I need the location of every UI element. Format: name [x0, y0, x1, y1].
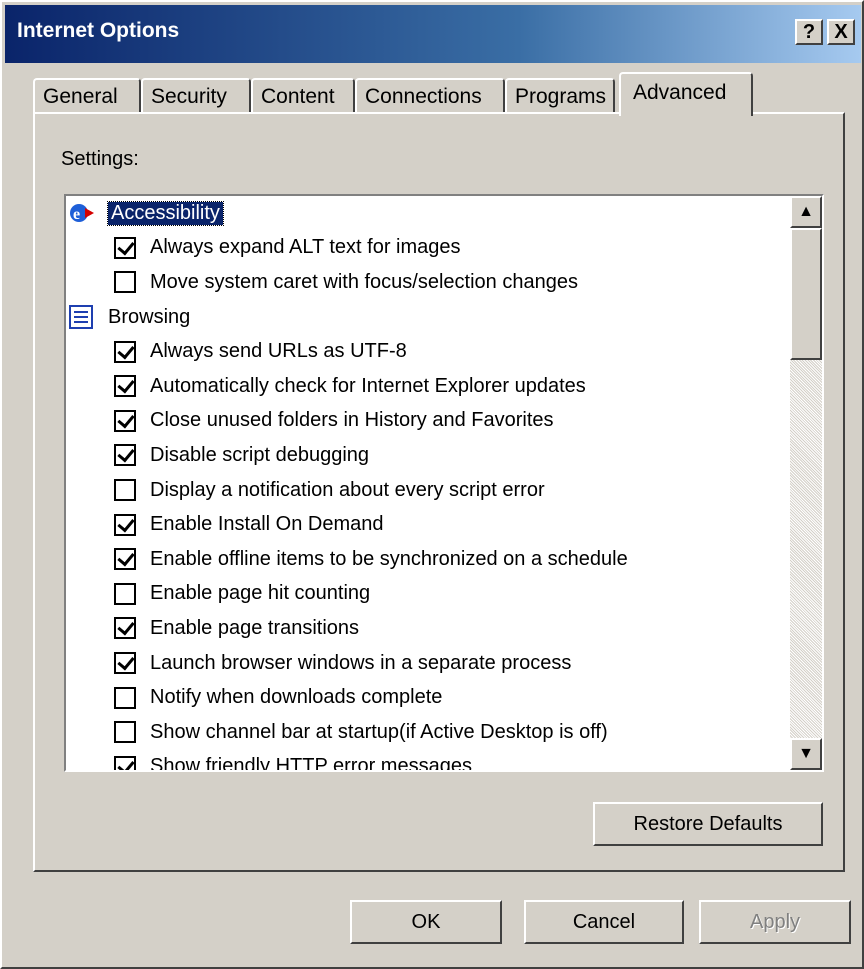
tab-programs[interactable]: Programs	[505, 78, 615, 114]
window-title: Internet Options	[17, 19, 180, 42]
settings-label: Settings:	[61, 148, 139, 170]
settings-item[interactable]: Notify when downloads complete	[66, 680, 788, 715]
setting-label: Show friendly HTTP error messages	[150, 755, 472, 772]
tab-strip: General Security Content Connections Pro…	[33, 72, 793, 116]
browsing-icon	[68, 304, 96, 330]
settings-item[interactable]: Close unused folders in History and Favo…	[66, 404, 788, 439]
setting-checkbox[interactable]	[114, 479, 136, 502]
setting-checkbox[interactable]	[114, 513, 136, 536]
setting-label: Move system caret with focus/selection c…	[150, 270, 578, 293]
setting-label: Enable page hit counting	[150, 582, 371, 605]
setting-checkbox[interactable]	[114, 582, 136, 605]
advanced-panel: Settings: e Accessibility Always expand AL…	[33, 112, 845, 872]
settings-item[interactable]: Display a notification about every scrip…	[66, 473, 788, 508]
setting-label: Close unused folders in History and Favo…	[150, 409, 554, 432]
setting-label: Enable Install On Demand	[150, 513, 384, 536]
tab-connections[interactable]: Connections	[355, 78, 505, 114]
settings-group[interactable]: Browsing	[66, 300, 788, 335]
settings-group[interactable]: e Accessibility	[66, 196, 788, 231]
setting-label: Enable offline items to be synchronized …	[150, 547, 628, 570]
tab-content[interactable]: Content	[251, 78, 355, 114]
settings-item[interactable]: Launch browser windows in a separate pro…	[66, 646, 788, 681]
setting-label: Show channel bar at startup(if Active De…	[150, 720, 608, 743]
settings-group-label: Accessibility	[107, 200, 224, 226]
tab-security[interactable]: Security	[141, 78, 251, 114]
cancel-button[interactable]: Cancel	[524, 900, 684, 944]
settings-item[interactable]: Enable page transitions	[66, 611, 788, 646]
tab-general[interactable]: General	[33, 78, 141, 114]
scroll-down-button[interactable]: ▼	[790, 738, 822, 770]
title-bar[interactable]: Internet Options ? X	[5, 5, 861, 63]
restore-defaults-button[interactable]: Restore Defaults	[593, 802, 823, 846]
settings-item[interactable]: Enable page hit counting	[66, 577, 788, 612]
setting-checkbox[interactable]	[114, 444, 136, 467]
settings-group-label: Browsing	[108, 305, 191, 328]
setting-label: Display a notification about every scrip…	[150, 478, 545, 501]
setting-label: Disable script debugging	[150, 443, 370, 466]
setting-checkbox[interactable]	[114, 340, 136, 363]
settings-tree[interactable]: e Accessibility Always expand ALT text for…	[64, 194, 824, 772]
setting-label: Notify when downloads complete	[150, 686, 443, 709]
setting-label: Automatically check for Internet Explore…	[150, 374, 586, 397]
setting-checkbox[interactable]	[114, 409, 136, 432]
svg-text:e: e	[73, 206, 80, 223]
setting-checkbox[interactable]	[114, 686, 136, 709]
setting-checkbox[interactable]	[114, 236, 136, 259]
settings-item[interactable]: Enable offline items to be synchronized …	[66, 542, 788, 577]
setting-label: Always send URLs as UTF-8	[150, 340, 407, 363]
internet-options-window: Internet Options ? X General Security Co…	[0, 0, 864, 969]
setting-label: Always expand ALT text for images	[150, 236, 461, 259]
settings-item[interactable]: Show channel bar at startup(if Active De…	[66, 715, 788, 750]
setting-checkbox[interactable]	[114, 617, 136, 640]
ok-button[interactable]: OK	[350, 900, 502, 944]
setting-label: Enable page transitions	[150, 616, 360, 639]
tab-advanced[interactable]: Advanced	[619, 72, 753, 116]
setting-label: Launch browser windows in a separate pro…	[150, 651, 572, 674]
setting-checkbox[interactable]	[114, 271, 136, 294]
settings-item[interactable]: Show friendly HTTP error messages	[66, 750, 788, 772]
scroll-thumb[interactable]	[790, 228, 822, 360]
vertical-scrollbar[interactable]: ▲ ▼	[790, 196, 822, 770]
settings-item[interactable]: Move system caret with focus/selection c…	[66, 265, 788, 300]
accessibility-icon: e	[68, 200, 96, 226]
setting-checkbox[interactable]	[114, 652, 136, 675]
apply-button[interactable]: Apply	[699, 900, 851, 944]
setting-checkbox[interactable]	[114, 548, 136, 571]
settings-item[interactable]: Enable Install On Demand	[66, 507, 788, 542]
settings-item[interactable]: Disable script debugging	[66, 438, 788, 473]
settings-item[interactable]: Automatically check for Internet Explore…	[66, 369, 788, 404]
settings-item[interactable]: Always expand ALT text for images	[66, 231, 788, 266]
settings-item[interactable]: Always send URLs as UTF-8	[66, 334, 788, 369]
setting-checkbox[interactable]	[114, 755, 136, 770]
settings-rows: e Accessibility Always expand ALT text for…	[66, 196, 788, 772]
help-button[interactable]: ?	[795, 19, 823, 45]
setting-checkbox[interactable]	[114, 721, 136, 744]
scroll-up-button[interactable]: ▲	[790, 196, 822, 228]
close-button[interactable]: X	[827, 19, 855, 45]
restore-defaults-label: Restore Defaults	[633, 813, 783, 835]
setting-checkbox[interactable]	[114, 375, 136, 398]
